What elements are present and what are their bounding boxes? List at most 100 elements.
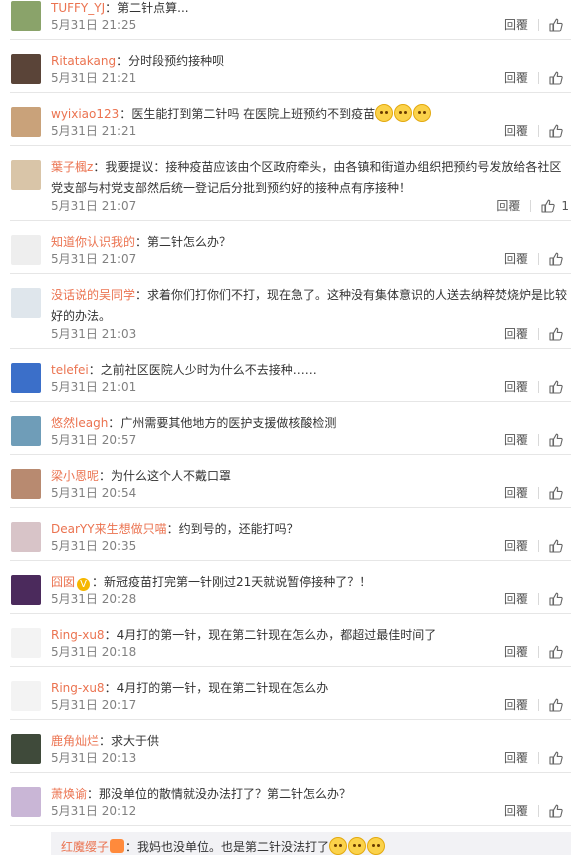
comment-meta: 5月31日 20:28 回覆 [51,588,569,610]
comment-text: 为什么这个人不戴口罩 [111,469,232,483]
avatar[interactable] [11,469,41,499]
like-button[interactable] [549,18,569,32]
comment-username[interactable]: DearYY来生想做只喵 [51,522,167,536]
avatar[interactable] [11,787,41,817]
comment-text: 求大于供 [111,734,160,748]
avatar[interactable] [11,1,41,31]
avatar[interactable] [11,734,41,764]
thumbs-up-icon [549,698,563,712]
divider [538,19,539,31]
avatar[interactable] [11,363,41,393]
sub-reply-text: 我妈也没单位。也是第二针没法打了 [137,840,330,854]
reply-button[interactable]: 回覆 [504,120,528,142]
list-item: Ring-xu8：4月打的第一针，现在第二针现在怎么办 5月31日 20:17 回覆 [0,667,581,720]
like-button[interactable] [549,327,569,341]
comment-username[interactable]: Ring-xu8 [51,628,105,642]
colon: ： [104,681,117,695]
comment-username[interactable]: Ring-xu8 [51,681,105,695]
like-button[interactable] [549,645,569,659]
divider [538,805,539,817]
comment-actions: 回覆 [504,588,569,610]
sub-reply-username[interactable]: 红魔缨子 [61,840,109,854]
comment-meta: 5月31日 20:35 回覆 [51,535,569,557]
like-button[interactable] [549,751,569,765]
list-item: 萧焕谕：那没单位的散情就没办法打了？第二针怎么办？ 5月31日 20:12 回覆 [0,773,581,826]
comment-username[interactable]: 葉子楓z [51,160,93,174]
like-button[interactable] [549,698,569,712]
avatar[interactable] [11,235,41,265]
avatar[interactable] [11,681,41,711]
list-item: Ring-xu8：4月打的第一针，现在第二针现在怎么办，都超过最佳时间了 5月31… [0,614,581,667]
thumbs-up-icon [549,380,563,394]
comment-username[interactable]: 悠然leagh [51,416,108,430]
comment-username[interactable]: 梁小恩呢 [51,469,99,483]
comment-username[interactable]: 没话说的吴同学 [51,288,135,302]
thumbs-up-icon [541,199,556,213]
list-item: 知道你认识我的：第二针怎么办？ 5月31日 21:07 回覆 [0,221,581,274]
reply-button[interactable]: 回覆 [504,588,528,610]
divider [538,487,539,499]
divider [538,72,539,84]
avatar[interactable] [11,54,41,84]
avatar[interactable] [11,288,41,318]
comment-username[interactable]: 知道你认识我的 [51,235,135,249]
comment-username[interactable]: TUFFY_YJ [51,1,105,15]
like-button[interactable] [549,252,569,266]
like-button[interactable] [549,804,569,818]
divider [530,200,532,212]
reply-button[interactable]: 回覆 [504,376,528,398]
comment-meta: 5月31日 20:57 回覆 [51,429,569,451]
comment-username[interactable]: 萧焕谕 [51,787,87,801]
comment-meta: 5月31日 21:21 回覆 [51,120,569,142]
like-button[interactable]: 1 [541,195,569,217]
avatar[interactable] [11,522,41,552]
comment-body: 葉子楓z：我要提议：接种疫苗应该由个区政府牵头，由各镇和街道办组织把预约号发放给… [51,157,569,199]
like-button[interactable] [549,380,569,394]
reply-button[interactable]: 回覆 [504,535,528,557]
colon: ： [135,288,148,302]
comment-actions: 回覆 [504,747,569,769]
reply-button[interactable]: 回覆 [504,14,528,36]
colon: ： [105,1,118,15]
comment-username[interactable]: wyixiao123 [51,107,119,121]
reply-button[interactable]: 回覆 [504,67,528,89]
separator [10,825,571,826]
comment-username[interactable]: telefei [51,363,89,377]
like-button[interactable] [549,486,569,500]
reply-button[interactable]: 回覆 [504,248,528,270]
comment-username[interactable]: 鹿角灿烂 [51,734,99,748]
like-button[interactable] [549,124,569,138]
colon: ： [88,363,101,377]
avatar[interactable] [11,160,41,190]
reply-button[interactable]: 回覆 [504,800,528,822]
list-item: 悠然leagh：广州需要其他地方的医护支援做核酸检测 5月31日 20:57 回覆 [0,402,581,455]
avatar[interactable] [11,628,41,658]
avatar[interactable] [11,107,41,137]
comment-username[interactable]: Ritatakang [51,54,116,68]
colon: ： [166,522,179,536]
divider [538,328,539,340]
avatar[interactable] [11,575,41,605]
like-button[interactable] [549,592,569,606]
comment-list: TUFFY_YJ：第二针点算... 5月31日 21:25 回覆 Ritatakang… [0,0,581,826]
colon: ： [87,787,100,801]
colon: ： [108,416,121,430]
comment-text: 4月打的第一针，现在第二针现在怎么办 [116,681,329,695]
reply-button[interactable]: 回覆 [504,429,528,451]
thumbs-up-icon [549,71,563,85]
comment-actions: 回覆 [504,120,569,142]
comment-username[interactable]: 囧囡 [51,575,75,589]
comment-text: 医生能打到第二针吗 在医院上班预约不到疫苗 [131,107,376,121]
reply-button[interactable]: 回覆 [504,747,528,769]
comment-actions: 回覆 [504,14,569,36]
reply-button[interactable]: 回覆 [504,482,528,504]
divider [538,540,539,552]
reply-button[interactable]: 回覆 [504,323,528,345]
reply-button[interactable]: 回覆 [496,195,520,217]
reply-button[interactable]: 回覆 [504,694,528,716]
like-button[interactable] [549,433,569,447]
avatar[interactable] [11,416,41,446]
like-button[interactable] [549,71,569,85]
reply-button[interactable]: 回覆 [504,641,528,663]
like-button[interactable] [549,539,569,553]
